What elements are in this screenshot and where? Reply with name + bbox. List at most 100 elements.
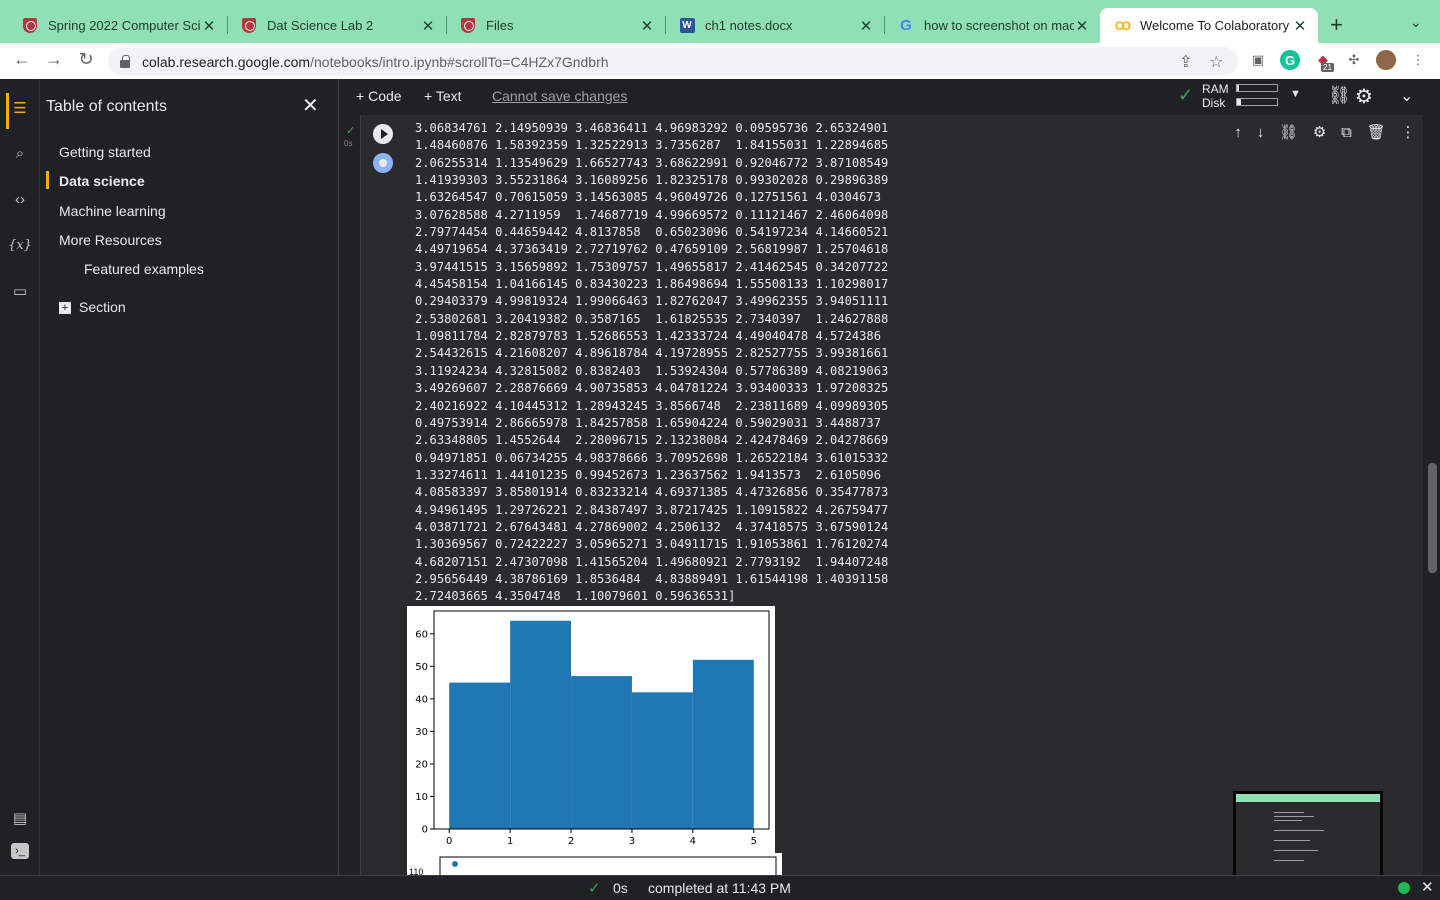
output-line: 3.07628588 4.2711959 1.74687719 4.996695… (415, 207, 889, 222)
output-line: 1.33274611 1.44101235 0.99452673 1.23637… (415, 467, 881, 482)
delete-cell-icon[interactable]: 🗑 (1367, 123, 1386, 141)
mirror-cell-icon[interactable]: ⧉ (1341, 124, 1352, 141)
browser-tab[interactable]: Spring 2022 Computer Scie ✕ (8, 8, 228, 43)
add-code-button[interactable]: + Code (356, 88, 402, 104)
star-icon[interactable]: ☆ (1209, 52, 1223, 72)
browser-tab[interactable]: Files ✕ (446, 8, 666, 43)
terminal-icon[interactable]: ›_ (11, 843, 29, 859)
y-tick-label: 30 (415, 727, 428, 738)
code-snippets-icon[interactable]: ‹› (8, 187, 32, 211)
puzzle-icon[interactable]: ✣ (1344, 50, 1364, 70)
y-tick-label: 40 (415, 694, 428, 705)
cannot-save-link[interactable]: Cannot save changes (492, 88, 627, 104)
close-tab-icon[interactable]: ✕ (1074, 18, 1090, 35)
browser-tab[interactable]: G how to screenshot on mac ✕ (884, 8, 1100, 43)
x-tick-label: 3 (629, 836, 635, 847)
resource-monitor[interactable]: RAM Disk (1202, 82, 1229, 110)
x-tick-label: 1 (507, 836, 513, 847)
cell-more-icon[interactable]: ⋮ (1401, 123, 1416, 141)
move-up-icon[interactable]: ↑ (1234, 124, 1242, 141)
reload-icon[interactable]: ↻ (74, 49, 98, 70)
close-tab-icon[interactable]: ✕ (201, 18, 217, 35)
extension-badge: 21 (1321, 63, 1334, 72)
histogram-output: 0 1 2 3 4 5 0 10 20 30 40 50 60 (407, 606, 775, 853)
tab-search-chevron-icon[interactable]: ⌄ (1410, 14, 1422, 31)
kebab-menu-icon[interactable]: ⋮ (1408, 50, 1428, 70)
output-line: 4.03871721 2.67643481 4.27869002 4.25061… (415, 519, 889, 534)
command-palette-icon[interactable]: ▤ (8, 806, 32, 830)
back-arrow-icon[interactable]: ← (10, 49, 34, 70)
close-status-icon[interactable]: ✕ (1421, 878, 1434, 896)
tab-title: Welcome To Colaboratory - (1140, 18, 1292, 33)
notebook-scrollbar[interactable] (1425, 115, 1440, 875)
pocket-extension-icon[interactable]: ▣ (1248, 50, 1268, 70)
ram-meter (1236, 84, 1278, 92)
histogram-bar (692, 659, 754, 829)
runtime-dropdown-icon[interactable]: ▼ (1290, 88, 1301, 100)
status-bar: ✓ 0s completed at 11:43 PM ✕ (0, 875, 1440, 900)
browser-toolbar: ← → ↻ colab.research.google.com/notebook… (0, 43, 1440, 79)
cell-output-text: 3.06834761 2.14950939 3.46836411 4.96983… (415, 120, 888, 606)
move-down-icon[interactable]: ↓ (1257, 124, 1265, 141)
chevron-down-icon[interactable]: ⌄ (1400, 86, 1413, 106)
y-tick-label: 20 (415, 759, 428, 770)
plus-box-icon: + (59, 302, 71, 315)
toc-item-featured-examples[interactable]: Featured examples (84, 261, 204, 277)
output-line: 0.94971851 0.06734255 4.98378666 3.70952… (415, 450, 889, 465)
folder-icon[interactable]: ▭ (8, 279, 32, 303)
browser-tab[interactable]: Dat Science Lab 2 ✕ (227, 8, 447, 43)
notebook-body: ✓ 0s 3.06834761 2.14950939 3.46836411 4.… (340, 115, 1425, 875)
browser-tab[interactable]: W ch1 notes.docx ✕ (665, 8, 885, 43)
output-line: 1.09811784 2.82879783 1.52686553 1.42333… (415, 329, 881, 344)
connected-check-icon: ✓ (1178, 85, 1194, 105)
search-icon[interactable]: ⌕ (8, 141, 32, 165)
grammarly-extension-icon[interactable]: G (1280, 50, 1300, 70)
variables-icon[interactable]: {x} (8, 233, 32, 257)
screenshot-thumbnail[interactable] (1233, 791, 1383, 885)
toc-list-icon[interactable]: ☰ (8, 96, 32, 120)
close-icon[interactable]: ✕ (302, 93, 319, 118)
connection-status-dot (1398, 882, 1410, 894)
add-text-button[interactable]: + Text (424, 88, 462, 104)
link-icon[interactable]: ⛓ (1328, 85, 1351, 106)
output-line: 2.63348805 1.4552644 2.28096715 2.132380… (415, 433, 889, 448)
close-tab-icon[interactable]: ✕ (639, 18, 655, 35)
disk-meter (1236, 98, 1278, 106)
scrollbar-thumb[interactable] (1428, 463, 1437, 573)
ram-label: RAM (1202, 82, 1229, 96)
colab-side-rail: ☰ ⌕ ‹› {x} ▭ ▤ ›_ (0, 79, 40, 875)
gear-icon[interactable]: ⚙ (1355, 84, 1373, 109)
address-bar[interactable]: colab.research.google.com/notebooks/intr… (108, 47, 1238, 76)
close-tab-icon[interactable]: ✕ (858, 18, 874, 35)
y-tick-label: 50 (415, 662, 428, 673)
toc-title: Table of contents (46, 98, 167, 115)
tab-title: Spring 2022 Computer Scie (48, 18, 201, 33)
toc-item-getting-started[interactable]: Getting started (59, 144, 151, 160)
output-line: 2.06255314 1.13549629 1.66527743 3.68622… (415, 155, 889, 170)
new-tab-icon[interactable]: + (1330, 12, 1343, 38)
y-tick-label: 0 (422, 825, 428, 836)
output-line: 2.95656449 4.38786169 1.8536484 4.838894… (415, 571, 889, 586)
cell-settings-icon[interactable]: ⚙ (1313, 123, 1326, 141)
browser-tab-active[interactable]: CO Welcome To Colaboratory - ✕ (1100, 8, 1318, 43)
close-tab-icon[interactable]: ✕ (1292, 18, 1308, 35)
lock-icon (120, 54, 130, 68)
second-plot-output: 110 (407, 853, 782, 875)
avatar[interactable] (1376, 50, 1396, 70)
output-line: 0.29403379 4.99819324 1.99066463 1.82762… (415, 294, 889, 309)
toc-item-data-science[interactable]: Data science (59, 173, 145, 189)
run-cell-button[interactable] (373, 124, 393, 144)
output-line: 4.49719654 4.37363419 2.72719762 0.47659… (415, 242, 889, 257)
share-icon[interactable]: ⇪ (1179, 52, 1192, 72)
close-tab-icon[interactable]: ✕ (420, 18, 436, 35)
toc-item-machine-learning[interactable]: Machine learning (59, 203, 166, 219)
code-cell[interactable]: 3.06834761 2.14950939 3.46836411 4.96983… (360, 115, 1423, 875)
add-section-button[interactable]: + Section (59, 299, 126, 315)
disk-label: Disk (1202, 96, 1226, 110)
toc-item-more-resources[interactable]: More Resources (59, 232, 162, 248)
link-to-cell-icon[interactable]: ⛓ (1279, 123, 1298, 141)
status-text: completed at 11:43 PM (648, 880, 791, 896)
cell-success-check-icon: ✓ (346, 125, 356, 137)
forward-arrow-icon[interactable]: → (42, 49, 66, 70)
shield-icon (460, 18, 476, 34)
